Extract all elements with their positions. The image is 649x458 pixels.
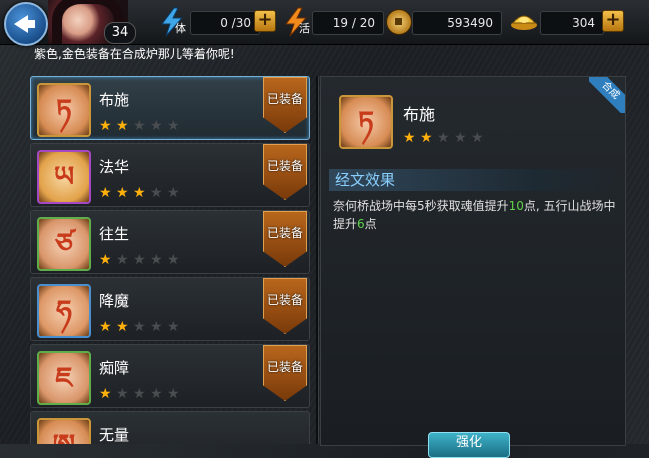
star-empty-icon: ★ [167,252,180,268]
star-empty-icon: ★ [133,118,146,134]
corner-tag: 合成 [589,77,625,113]
sutra-list-item[interactable]: ཙ 往生 ★ ★ ★ ★ ★ 已装备 [30,210,310,274]
copper-coin-icon [386,9,412,35]
star-empty-icon: ★ [167,185,180,201]
sutra-detail-stars: ★ ★ ★ ★ ★ [403,127,488,145]
star-empty-icon: ★ [167,118,180,134]
star-empty-icon: ★ [116,386,129,402]
panel-divider [316,76,318,444]
star-empty-icon: ★ [150,185,163,201]
sutra-detail-panel: 合成 ཏ 布施 ★ ★ ★ ★ ★ 经文效果 奈何桥战场中每5秒获取魂值提升10点, 五… [320,76,626,446]
sutra-list-item[interactable]: ཇ 痴障 ★ ★ ★ ★ ★ 已装备 [30,344,310,408]
star-empty-icon: ★ [150,319,163,335]
sutra-icon: ཡ [37,150,91,204]
back-button[interactable] [4,2,48,46]
star-filled-icon: ★ [133,185,146,201]
star-filled-icon: ★ [420,130,433,146]
coin-counter: 593490 [412,11,502,35]
equipped-badge: 已装备 [263,144,307,200]
sutra-icon: ཙ [37,217,91,271]
svg-text:活: 活 [299,22,310,35]
sutra-icon: ཏ [37,83,91,137]
star-empty-icon: ★ [167,319,180,335]
sutra-icon: ཧ [37,284,91,338]
sutra-list-item[interactable]: ཨ无量★★★★★ [30,411,310,444]
star-empty-icon: ★ [116,252,129,268]
star-filled-icon: ★ [116,118,129,134]
star-filled-icon: ★ [116,319,129,335]
gold-ingot-icon [511,15,537,30]
add-stamina-button[interactable]: + [254,10,276,32]
sutra-icon: ཇ [37,351,91,405]
equipped-badge: 已装备 [263,211,307,267]
star-filled-icon: ★ [99,386,112,402]
sutra-name: 无量 [99,426,130,444]
sutra-stars: ★ ★ ★ ★ ★ [99,182,184,200]
effect-highlight-value: 10 [508,199,524,213]
equipped-badge: 已装备 [263,345,307,401]
sutra-name: 布施 [99,91,130,109]
star-filled-icon: ★ [116,185,129,201]
star-empty-icon: ★ [454,130,467,146]
equipped-badge: 已装备 [263,278,307,334]
player-level: 34 [104,22,136,44]
sutra-icon: ཨ [37,418,91,444]
sutra-stars: ★ ★ ★ ★ ★ [99,249,184,267]
star-empty-icon: ★ [150,386,163,402]
effect-highlight-value: 6 [357,217,365,231]
strengthen-button[interactable]: 强化 [428,432,510,458]
effect-text: 点 [364,217,377,231]
equipped-badge: 已装备 [263,77,307,133]
star-filled-icon: ★ [403,130,416,146]
energy-counter: 19 / 20 [312,11,384,35]
energy-value: 19 / 20 [332,16,375,30]
top-bar: 34 体 0 /30 + 活 19 / 20 593490 304 + [0,0,649,46]
sutra-name: 痴障 [99,359,130,377]
add-ingot-button[interactable]: + [602,10,624,32]
ingot-counter: 304 [540,11,604,35]
energy-lightning-icon: 活 [285,7,310,37]
ingot-value: 304 [572,16,595,30]
star-empty-icon: ★ [133,319,146,335]
star-filled-icon: ★ [99,252,112,268]
star-filled-icon: ★ [99,319,112,335]
star-empty-icon: ★ [150,252,163,268]
sutra-name: 法华 [99,158,130,176]
announcement-ticker: 紫色,金色装备在合成炉那儿等着你呢! [34,47,235,61]
sutra-detail-icon: ཏ [339,95,393,149]
sutra-stars: ★ ★ ★ ★ ★ [99,383,184,401]
star-filled-icon: ★ [99,185,112,201]
star-empty-icon: ★ [437,130,450,146]
svg-text:体: 体 [175,21,186,35]
star-empty-icon: ★ [471,130,484,146]
sutra-list[interactable]: ཏ 布施 ★ ★ ★ ★ ★ 已装备 ཡ 法华 ★ ★ ★ ★ ★ 已装备 ཙ 往生 ★ ★ ★ ★ ★ 已装备 ཧ 降魔 ★ ★ ★ ★… [30,76,310,444]
star-empty-icon: ★ [167,386,180,402]
sutra-list-item[interactable]: ཏ 布施 ★ ★ ★ ★ ★ 已装备 [30,76,310,140]
star-empty-icon: ★ [133,252,146,268]
stamina-value: 0 /30 [220,16,251,30]
star-empty-icon: ★ [133,386,146,402]
sutra-list-item[interactable]: ཡ 法华 ★ ★ ★ ★ ★ 已装备 [30,143,310,207]
sutra-name: 降魔 [99,292,130,310]
stamina-lightning-icon: 体 [161,7,186,37]
sutra-detail-name: 布施 [403,105,436,124]
star-filled-icon: ★ [99,118,112,134]
effect-title: 经文效果 [329,169,619,191]
star-empty-icon: ★ [150,118,163,134]
effect-description: 奈何桥战场中每5秒获取魂值提升10点, 五行山战场中提升6点 [333,197,617,233]
sutra-stars: ★ ★ ★ ★ ★ [99,115,184,133]
effect-text: 奈何桥战场中每5秒获取魂值提升 [333,199,509,213]
sutra-list-item[interactable]: ཧ 降魔 ★ ★ ★ ★ ★ 已装备 [30,277,310,341]
stamina-counter: 0 /30 [190,11,260,35]
sutra-stars: ★ ★ ★ ★ ★ [99,316,184,334]
sutra-name: 往生 [99,225,130,243]
coin-value: 593490 [447,16,493,30]
